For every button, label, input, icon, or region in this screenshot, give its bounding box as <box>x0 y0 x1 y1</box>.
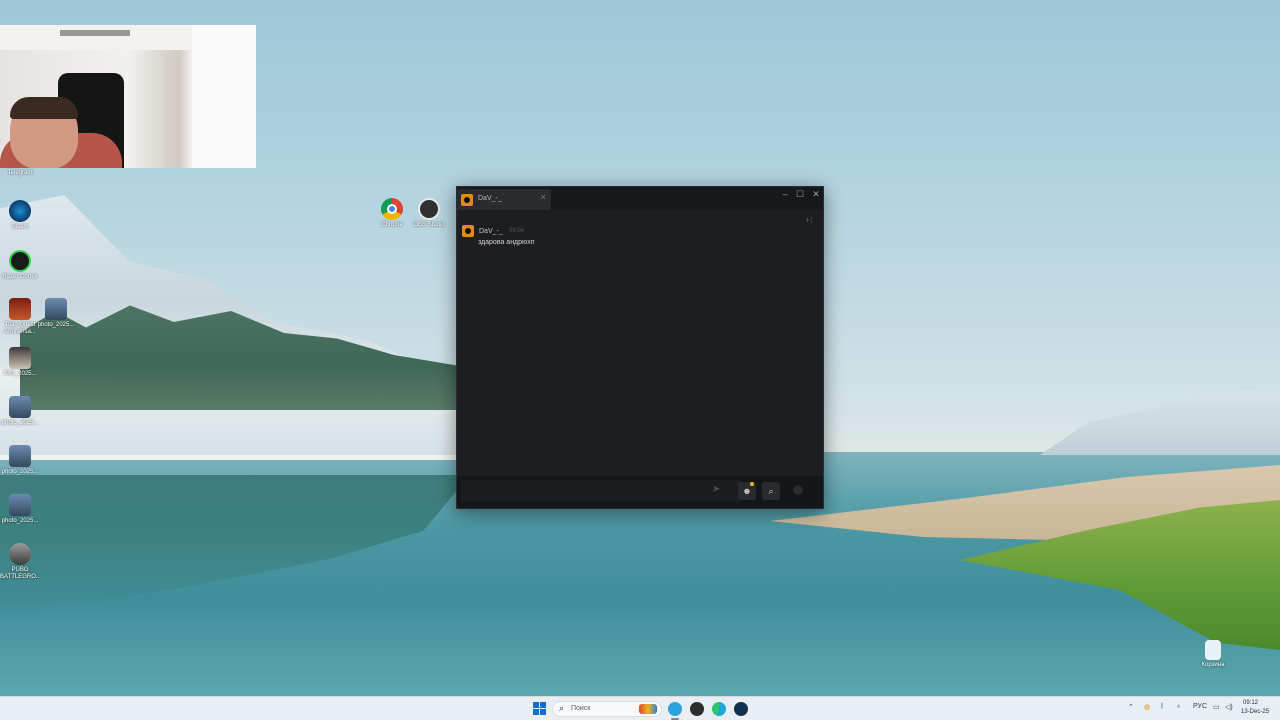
search-placeholder: Поиск <box>571 705 591 712</box>
desktop-icon-photo-1[interactable]: photo_2025... <box>36 298 76 329</box>
message-author: DaV_-_ <box>479 228 503 235</box>
add-user-icon[interactable]: +⁝ <box>805 215 813 226</box>
desktop-icon-label: IMG_2025... <box>3 371 37 377</box>
language-indicator[interactable]: РУС <box>1193 703 1207 710</box>
desktop-icon-razer-cortex[interactable]: Razer Cortex <box>0 250 40 281</box>
desktop-icon-telegram[interactable]: Telegram <box>0 170 40 177</box>
titan-quest-icon <box>9 298 31 320</box>
desktop-icon-titan-quest[interactable]: Titan Quest Anniversa... <box>0 298 40 336</box>
desktop-icon-label: Telegram <box>7 170 33 176</box>
desktop-icon-pubg[interactable]: PUBG BATTLEGRO... <box>0 543 41 581</box>
message-time: 09:04 <box>509 228 525 234</box>
search-icon: ⌕ <box>559 703 565 713</box>
chat-window: DaV_-_ ✕ – ☐ ✕ +⁝ DaV_-_ 09:04 здарова а… <box>456 186 824 509</box>
steam-icon <box>9 200 31 222</box>
image-file-icon <box>9 445 31 467</box>
network-icon[interactable]: ▭ <box>1213 703 1220 711</box>
desktop-icon-photo-3[interactable]: photo_2025... <box>0 445 40 476</box>
windows-start-icon[interactable] <box>533 702 546 715</box>
chat-titlebar[interactable]: DaV_-_ ✕ – ☐ ✕ <box>457 187 823 210</box>
desktop-icon-label: photo_2025... <box>1 420 39 426</box>
message-input[interactable] <box>461 480 741 502</box>
desktop-icon-photo-2[interactable]: photo_2025... <box>0 396 40 427</box>
taskbar-search[interactable]: ⌕ Поиск <box>552 701 662 717</box>
chat-tab-name: DaV_-_ <box>478 195 502 202</box>
clock-date[interactable]: 13-Dec-25 <box>1241 709 1269 715</box>
paperclip-icon: ⌕ <box>768 486 774 496</box>
obs-icon <box>418 198 440 220</box>
desktop-icon-label: Steam <box>11 224 29 230</box>
webcam-overlay <box>0 25 256 168</box>
chevron-up-icon[interactable]: ⌃ <box>1128 703 1134 711</box>
bluetooth-icon[interactable]: ᛒ <box>1160 703 1164 710</box>
clock-time[interactable]: 09:12 <box>1243 700 1258 706</box>
desktop-icon-label: Razer Cortex <box>2 274 38 280</box>
recycle-bin-icon <box>1205 640 1221 660</box>
chrome-icon <box>381 198 403 220</box>
image-file-icon <box>9 396 31 418</box>
taskbar: ⌕ Поиск ⌃ ◍ ᛒ ♁ РУС ▭ ◁) 09:12 13-Dec-25 <box>0 696 1280 720</box>
desktop-icon-label: Titan Quest Anniversa... <box>4 322 36 335</box>
desktop-icon-img[interactable]: IMG_2025... <box>0 347 40 378</box>
close-icon[interactable]: ✕ <box>540 193 547 202</box>
desktop-icon-recycle-bin[interactable]: Корзина <box>1193 640 1233 669</box>
taskbar-obs-icon[interactable] <box>690 702 704 716</box>
taskbar-steam-icon[interactable] <box>734 702 748 716</box>
voice-icon[interactable] <box>793 485 803 495</box>
maximize-icon[interactable]: ☐ <box>793 189 807 200</box>
chat-composer: ➤ ☻ ⌕ <box>457 476 823 508</box>
desktop-icon-label: PUBG BATTLEGRO... <box>0 567 41 580</box>
minimize-icon[interactable]: – <box>778 189 792 199</box>
message-text: здарова андрюхп <box>478 239 535 246</box>
desktop-icon-steam[interactable]: Steam <box>0 200 40 231</box>
microphone-icon[interactable]: ♁ <box>1176 703 1181 710</box>
notification-dot <box>750 482 754 486</box>
avatar <box>462 225 474 237</box>
desktop-icon-obs[interactable]: OBS Studio <box>409 198 449 229</box>
desktop-icon-label: Chrome <box>381 222 403 228</box>
taskbar-telegram-icon[interactable] <box>668 702 682 716</box>
volume-icon[interactable]: ◁) <box>1225 703 1233 711</box>
desktop-icon-label: photo_2025... <box>37 322 75 328</box>
tray-app-icon[interactable]: ◍ <box>1144 703 1150 711</box>
close-window-icon[interactable]: ✕ <box>809 189 823 200</box>
taskbar-edge-icon[interactable] <box>712 702 726 716</box>
desktop-icon-photo-4[interactable]: photo_2025... <box>0 494 40 525</box>
attach-button[interactable]: ⌕ <box>762 482 780 500</box>
emoji-icon: ☻ <box>742 486 752 496</box>
desktop-icon-chrome[interactable]: Chrome <box>372 198 412 229</box>
avatar <box>461 194 473 206</box>
razer-cortex-icon <box>9 250 31 272</box>
desktop-icon-label: photo_2025... <box>1 518 39 524</box>
desktop-icon-label: photo_2025... <box>1 469 39 475</box>
desktop-icon-label: OBS Studio <box>413 222 445 228</box>
image-file-icon <box>9 347 31 369</box>
desktop-icon-label: Корзина <box>1201 662 1225 668</box>
pubg-icon <box>9 543 31 565</box>
image-file-icon <box>9 494 31 516</box>
image-file-icon <box>45 298 67 320</box>
send-icon[interactable]: ➤ <box>712 484 720 495</box>
search-highlight-icon <box>639 704 657 714</box>
chat-tab[interactable]: DaV_-_ ✕ <box>457 189 551 210</box>
